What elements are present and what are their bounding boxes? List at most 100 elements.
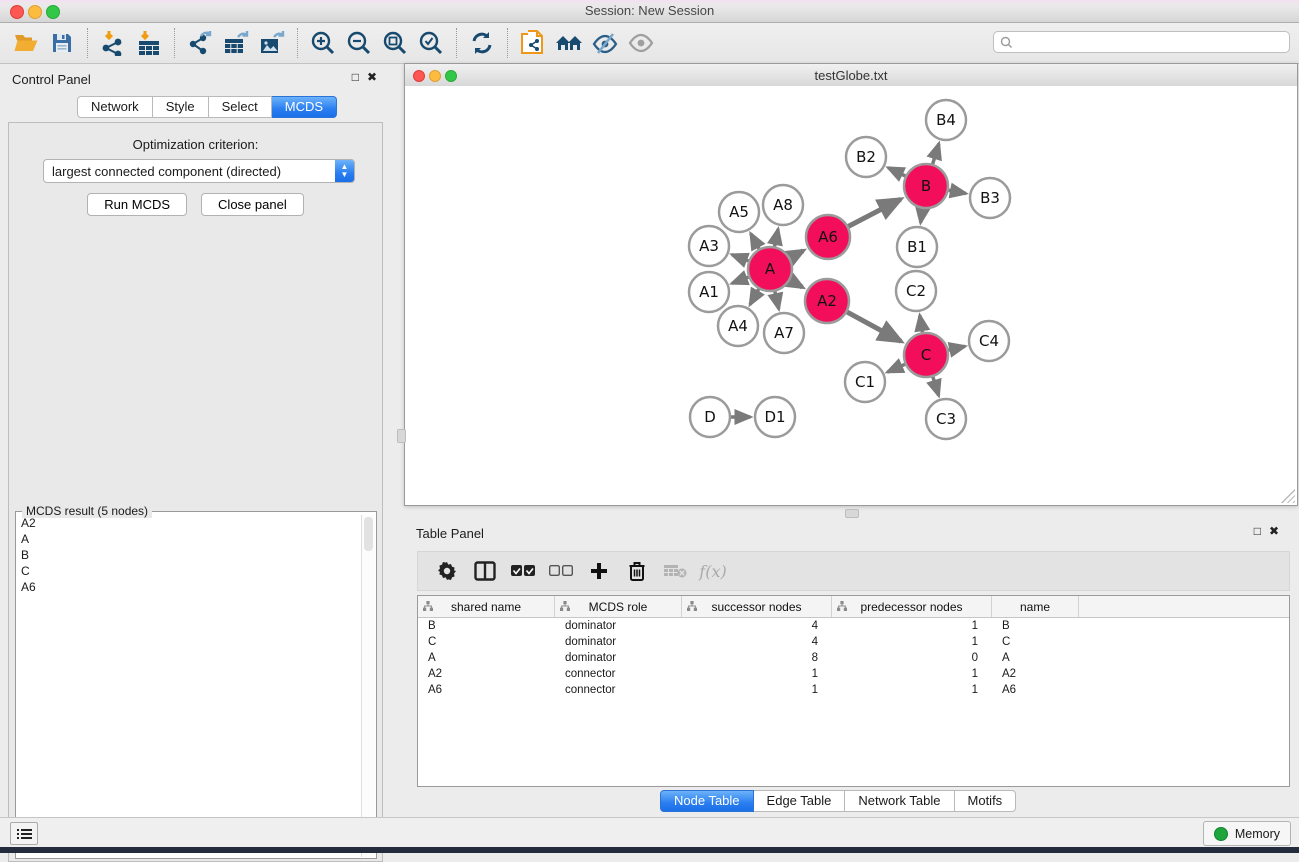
edge-A-A7[interactable] [775, 291, 779, 309]
tab-network[interactable]: Network [77, 96, 153, 118]
close-panel-button[interactable]: Close panel [201, 193, 304, 216]
edge-C-C2[interactable] [920, 315, 923, 332]
table-row-A6[interactable]: A6connector11A6 [418, 682, 1289, 698]
result-scrollbar[interactable] [361, 515, 375, 857]
edge-A-A2[interactable] [790, 280, 802, 287]
search-input[interactable] [1017, 34, 1289, 50]
control-panel-tabs: NetworkStyleSelectMCDS [77, 96, 337, 118]
table-settings-gear-icon[interactable] [428, 555, 466, 587]
tab-node-table[interactable]: Node Table [660, 790, 754, 812]
table-row-C[interactable]: Cdominator41C [418, 634, 1289, 650]
hide-selected-eye-icon[interactable] [587, 26, 623, 60]
tab-edge-table[interactable]: Edge Table [754, 790, 846, 812]
result-list-item[interactable]: B [17, 547, 361, 563]
column-header-name[interactable]: name [992, 596, 1079, 617]
edge-A-A3[interactable] [732, 255, 749, 261]
select-all-checkboxes-icon[interactable] [504, 555, 542, 587]
result-scrollbar-thumb[interactable] [364, 517, 373, 551]
edge-A-A8[interactable] [775, 229, 779, 246]
toolbar-separator [87, 28, 88, 58]
zoom-out-icon[interactable] [341, 26, 377, 60]
show-all-eye-icon[interactable] [623, 26, 659, 60]
table-cell: dominator [555, 634, 682, 650]
split-table-icon[interactable] [466, 555, 504, 587]
import-table-icon[interactable] [131, 26, 167, 60]
tab-mcds[interactable]: MCDS [272, 96, 337, 118]
task-history-button[interactable] [10, 822, 38, 845]
open-session-icon[interactable] [8, 26, 44, 60]
select-stepper-icon: ▲▼ [335, 160, 354, 182]
zoom-in-icon[interactable] [305, 26, 341, 60]
export-network-icon[interactable] [182, 26, 218, 60]
edge-B-B3[interactable] [949, 190, 966, 193]
column-tree-icon [423, 601, 433, 611]
criterion-select[interactable]: largest connected component (directed) ▲… [43, 159, 355, 183]
column-header-successor-nodes[interactable]: successor nodes [682, 596, 832, 617]
node-label-C3: C3 [936, 410, 956, 428]
edge-C-C3[interactable] [933, 377, 939, 396]
control-panel-title: Control Panel [12, 72, 91, 87]
first-neighbors-icon[interactable] [551, 26, 587, 60]
list-icon [17, 828, 32, 840]
import-network-icon[interactable] [95, 26, 131, 60]
control-panel-close-icon[interactable]: ✖ [367, 70, 385, 84]
result-list-item[interactable]: A [17, 531, 361, 547]
run-mcds-button[interactable]: Run MCDS [87, 193, 187, 216]
network-window-titlebar[interactable]: testGlobe.txt [405, 64, 1297, 87]
table-cell: A2 [418, 666, 555, 682]
node-label-B1: B1 [907, 238, 927, 256]
delete-column-trash-icon[interactable] [618, 555, 656, 587]
result-list-item[interactable]: A6 [17, 579, 361, 595]
table-row-A2[interactable]: A2connector11A2 [418, 666, 1289, 682]
add-column-icon[interactable] [580, 555, 618, 587]
table-panel-float-icon[interactable]: □ [1254, 524, 1269, 538]
search-field[interactable] [993, 31, 1290, 53]
edge-A6-B[interactable] [848, 199, 900, 226]
edge-B-B2[interactable] [888, 168, 905, 176]
result-list-item[interactable]: C [17, 563, 361, 579]
export-table-icon[interactable] [218, 26, 254, 60]
control-panel-float-icon[interactable]: □ [352, 70, 367, 84]
tab-select[interactable]: Select [209, 96, 272, 118]
result-list-item[interactable]: A2 [17, 515, 361, 531]
horizontal-split-grip[interactable] [845, 509, 859, 518]
node-label-C4: C4 [979, 332, 999, 350]
edge-C-C1[interactable] [887, 364, 905, 372]
memory-button[interactable]: Memory [1203, 821, 1291, 846]
deselect-all-checkboxes-icon[interactable] [542, 555, 580, 587]
zoom-selected-icon[interactable] [413, 26, 449, 60]
table-cell: C [418, 634, 555, 650]
edge-A2-C[interactable] [847, 312, 901, 341]
duplicate-network-icon[interactable] [515, 26, 551, 60]
column-header-MCDS-role[interactable]: MCDS role [555, 596, 682, 617]
edge-A-A4[interactable] [750, 289, 759, 305]
save-session-icon[interactable] [44, 26, 80, 60]
table-row-B[interactable]: Bdominator41B [418, 618, 1289, 634]
network-canvas[interactable]: B4B2BB3A5A8A6B1A3AA1C2A2A4A7C4CC1C3DD1 [405, 86, 1297, 505]
delete-table-icon-disabled [656, 555, 694, 587]
edge-C-C4[interactable] [948, 346, 965, 350]
edge-A-A6[interactable] [790, 251, 803, 258]
vertical-split-grip[interactable] [397, 429, 406, 443]
edge-A-A1[interactable] [732, 277, 749, 283]
window-resize-grip[interactable] [1281, 489, 1295, 503]
tab-motifs[interactable]: Motifs [955, 790, 1017, 812]
table-row-A[interactable]: Adominator80A [418, 650, 1289, 666]
column-header-shared-name[interactable]: shared name [418, 596, 555, 617]
column-header-predecessor-nodes[interactable]: predecessor nodes [832, 596, 992, 617]
node-label-C: C [921, 346, 931, 364]
edge-B-B1[interactable] [921, 209, 923, 223]
criterion-selected-value: largest connected component (directed) [44, 164, 335, 179]
edge-A-A5[interactable] [751, 234, 759, 249]
export-image-icon[interactable] [254, 26, 290, 60]
window-title: Session: New Session [0, 3, 1299, 18]
refresh-layout-icon[interactable] [464, 26, 500, 60]
tab-style[interactable]: Style [153, 96, 209, 118]
zoom-fit-icon[interactable] [377, 26, 413, 60]
edge-B-B4[interactable] [933, 143, 939, 163]
mcds-tab-content: Optimization criterion: largest connecte… [8, 122, 383, 862]
table-panel-close-icon[interactable]: ✖ [1269, 524, 1287, 538]
node-label-B: B [921, 177, 931, 195]
optimization-criterion-label: Optimization criterion: [9, 137, 382, 152]
tab-network-table[interactable]: Network Table [845, 790, 954, 812]
